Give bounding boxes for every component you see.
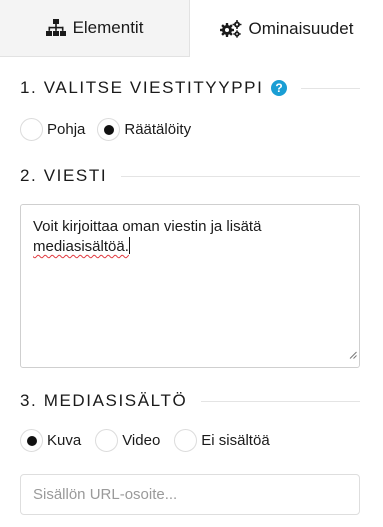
tab-bar: Elementit Ominaisuudet <box>0 0 383 57</box>
section-message-header: 2. VIESTI <box>20 166 360 186</box>
section-message-type-header: 1. VALITSE VIESTITYYPPI ? <box>20 78 360 98</box>
radio-image-label: Kuva <box>47 432 82 449</box>
message-type-radio-group: Pohja Räätälöity <box>20 118 199 141</box>
radio-custom-circle[interactable] <box>97 118 121 141</box>
divider <box>121 175 360 177</box>
media-url-placeholder: Sisällön URL-osoite... <box>33 486 178 503</box>
divider <box>201 400 360 402</box>
radio-video[interactable]: Video <box>95 429 164 452</box>
section-message-type-title: 1. VALITSE VIESTITYYPPI <box>20 78 264 97</box>
radio-image[interactable]: Kuva <box>20 429 85 452</box>
radio-template-label: Pohja <box>47 121 86 138</box>
resize-handle-icon[interactable] <box>349 345 357 365</box>
divider <box>301 87 360 89</box>
section-media-title: 3. MEDIASISÄLTÖ <box>20 391 188 410</box>
question-circle-icon[interactable]: ? <box>271 80 288 96</box>
section-message-title: 2. VIESTI <box>20 166 108 185</box>
tab-elements[interactable]: Elementit <box>0 0 190 57</box>
svg-text:?: ? <box>276 81 283 95</box>
radio-custom[interactable]: Räätälöity <box>97 118 195 141</box>
cogs-icon <box>219 19 242 38</box>
radio-no-content-label: Ei sisältöä <box>201 432 270 449</box>
media-radio-group: Kuva Video Ei sisältöä <box>20 429 278 452</box>
radio-video-label: Video <box>122 432 161 449</box>
message-textarea[interactable]: Voit kirjoittaa oman viestin ja lisätä m… <box>20 204 360 368</box>
radio-template-circle[interactable] <box>20 118 43 141</box>
radio-custom-label: Räätälöity <box>124 121 192 138</box>
radio-no-content-circle[interactable] <box>174 429 198 452</box>
radio-video-circle[interactable] <box>95 429 119 452</box>
message-text-line2: mediasisältöä. <box>33 237 347 257</box>
message-text-line2-word: mediasisältöä. <box>33 238 129 255</box>
message-text-line1: Voit kirjoittaa oman viestin ja lisätä <box>33 218 262 235</box>
radio-image-circle[interactable] <box>20 429 43 452</box>
section-media-header: 3. MEDIASISÄLTÖ <box>20 391 360 411</box>
radio-template[interactable]: Pohja <box>20 118 89 141</box>
tab-properties-label: Ominaisuudet <box>248 18 354 38</box>
tab-properties[interactable]: Ominaisuudet <box>190 0 383 57</box>
sitemap-icon <box>45 19 66 37</box>
text-caret <box>128 237 130 254</box>
radio-no-content[interactable]: Ei sisältöä <box>174 429 273 452</box>
media-url-input[interactable]: Sisällön URL-osoite... <box>20 474 360 515</box>
tab-elements-label: Elementit <box>72 18 144 37</box>
